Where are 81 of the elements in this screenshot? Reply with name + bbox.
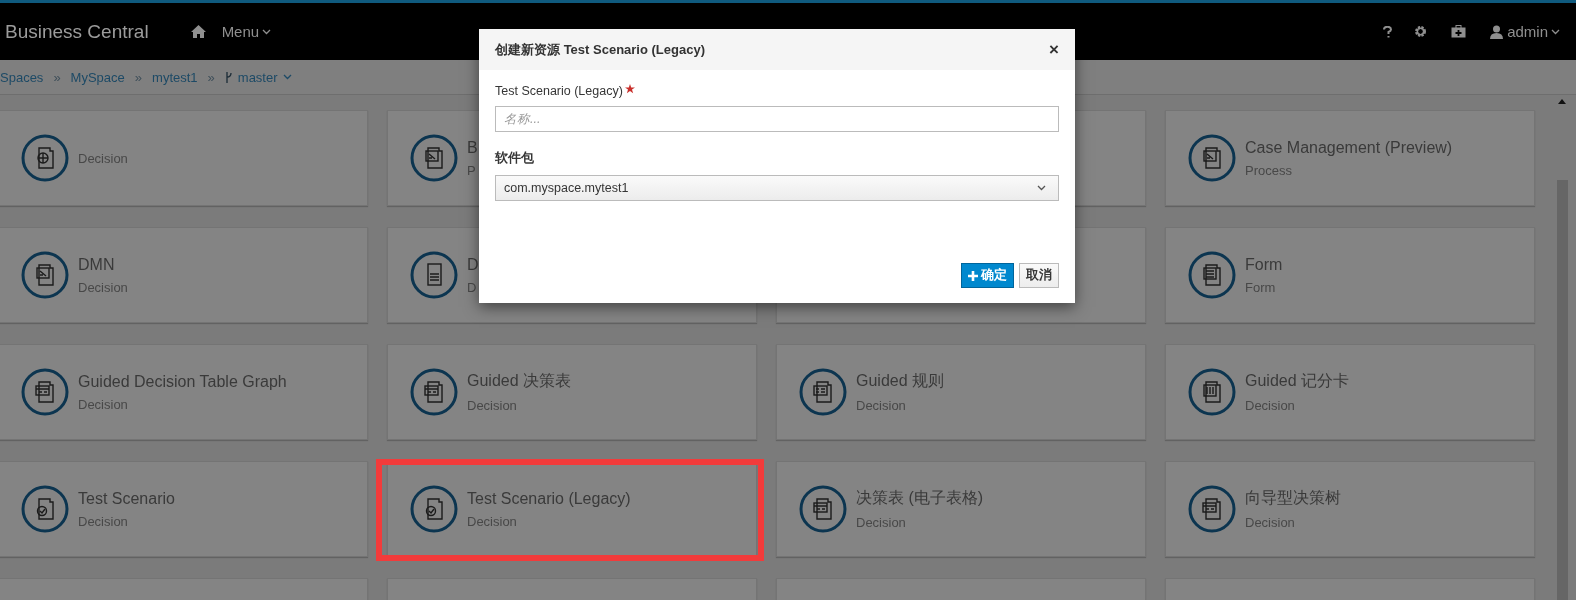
card-title: D: [467, 255, 479, 274]
asset-card[interactable]: 决策表 (电子表格) Decision: [776, 461, 1146, 557]
app-title: Business Central: [5, 20, 149, 43]
breadcrumb-link[interactable]: Spaces: [0, 69, 44, 85]
asset-card[interactable]: Case Management (Preview) Process: [1165, 110, 1535, 206]
breadcrumb-separator: »: [207, 69, 215, 85]
plus-icon: [968, 270, 978, 281]
branch-dropdown[interactable]: master: [237, 69, 292, 85]
user-icon[interactable]: [1490, 24, 1504, 39]
branch-icon: [224, 71, 232, 83]
breadcrumb-separator: »: [53, 69, 61, 85]
card-category: Decision: [1245, 515, 1296, 530]
asset-card[interactable]: Guided 规则 Decision: [776, 344, 1146, 440]
home-icon[interactable]: [190, 25, 206, 38]
document-icon: [21, 134, 69, 182]
card-category: P: [467, 162, 477, 178]
document-icon: [21, 368, 69, 416]
card-title: Test Scenario: [78, 489, 175, 508]
checked-document-icon: [410, 485, 458, 533]
field-label: 软件包: [495, 150, 534, 167]
asset-card[interactable]: Decision: [0, 110, 368, 206]
document-icon: [410, 134, 458, 182]
caret-icon: [1551, 28, 1560, 35]
document-icon: [1188, 368, 1236, 416]
asset-card[interactable]: Test Scenario Decision: [0, 461, 368, 557]
card-title: Guided 记分卡: [1245, 371, 1350, 391]
card-category: Decision: [467, 513, 518, 529]
document-icon: [1188, 485, 1236, 533]
asset-card[interactable]: Form Form: [1165, 227, 1535, 323]
document-icon: [1188, 251, 1236, 299]
document-icon: [410, 251, 458, 299]
document-icon: [410, 368, 458, 416]
card-title: Test Scenario (Legacy): [467, 489, 631, 508]
caret-icon: [262, 28, 272, 35]
asset-card[interactable]: Guided 记分卡 Decision: [1165, 344, 1535, 440]
card-title: Guided Decision Table Graph: [78, 372, 287, 391]
confirm-button[interactable]: 确定: [961, 263, 1014, 288]
card-category: Decision: [467, 398, 518, 413]
card-title: B: [467, 138, 478, 157]
card-category: Decision: [78, 279, 128, 295]
field-label: Test Scenario (Legacy): [495, 84, 623, 98]
medical-kit-icon[interactable]: [1451, 25, 1467, 38]
card-category: D: [467, 279, 478, 295]
card-title: Guided 决策表: [467, 371, 572, 391]
card-title: Form: [1245, 255, 1283, 274]
card-category: Decision: [856, 398, 907, 413]
asset-card[interactable]: Guided 决策表 Decision: [387, 344, 757, 440]
card-category: Form: [1245, 279, 1277, 295]
caret-icon: [282, 74, 292, 80]
name-input-field[interactable]: 名称...: [495, 106, 1059, 132]
document-icon: [21, 251, 69, 299]
breadcrumb-link[interactable]: mytest1: [152, 69, 198, 85]
settings-icon[interactable]: [1414, 25, 1428, 38]
card-title: Guided 规则: [856, 371, 945, 391]
card-category: Decision: [856, 515, 907, 530]
breadcrumb-link[interactable]: MySpace: [70, 69, 125, 85]
card-category: Decision: [1245, 398, 1296, 413]
card-title: 决策表 (电子表格): [856, 488, 984, 508]
asset-card[interactable]: 向导型决策树 Decision: [1165, 461, 1535, 557]
user-menu[interactable]: admin: [1507, 23, 1560, 40]
card-category: Process: [1245, 162, 1293, 178]
document-icon: [1188, 134, 1236, 182]
dialog-title: 创建新资源 Test Scenario (Legacy): [495, 40, 705, 59]
asset-card[interactable]: Guided Decision Table Graph Decision: [0, 344, 368, 440]
card-title: Case Management (Preview): [1245, 138, 1453, 157]
card-category: Decision: [78, 396, 129, 412]
document-icon: [799, 368, 847, 416]
package-select[interactable]: com.myspace.mytest1: [495, 175, 1059, 201]
card-title: DMN: [78, 255, 116, 274]
checked-document-icon: [21, 485, 69, 533]
document-icon: [799, 485, 847, 533]
breadcrumb-separator: »: [134, 69, 143, 85]
card-category: Decision: [78, 513, 129, 529]
card-category: Decision: [78, 150, 128, 166]
caret-icon: [1037, 185, 1046, 191]
cancel-button[interactable]: 取消: [1019, 263, 1059, 288]
card-title: 向导型决策树: [1245, 488, 1341, 508]
close-button[interactable]: ×: [1049, 39, 1059, 60]
menu-dropdown[interactable]: Menu: [221, 23, 272, 40]
help-icon[interactable]: [1383, 25, 1393, 38]
asset-card[interactable]: DMN Decision: [0, 227, 368, 323]
